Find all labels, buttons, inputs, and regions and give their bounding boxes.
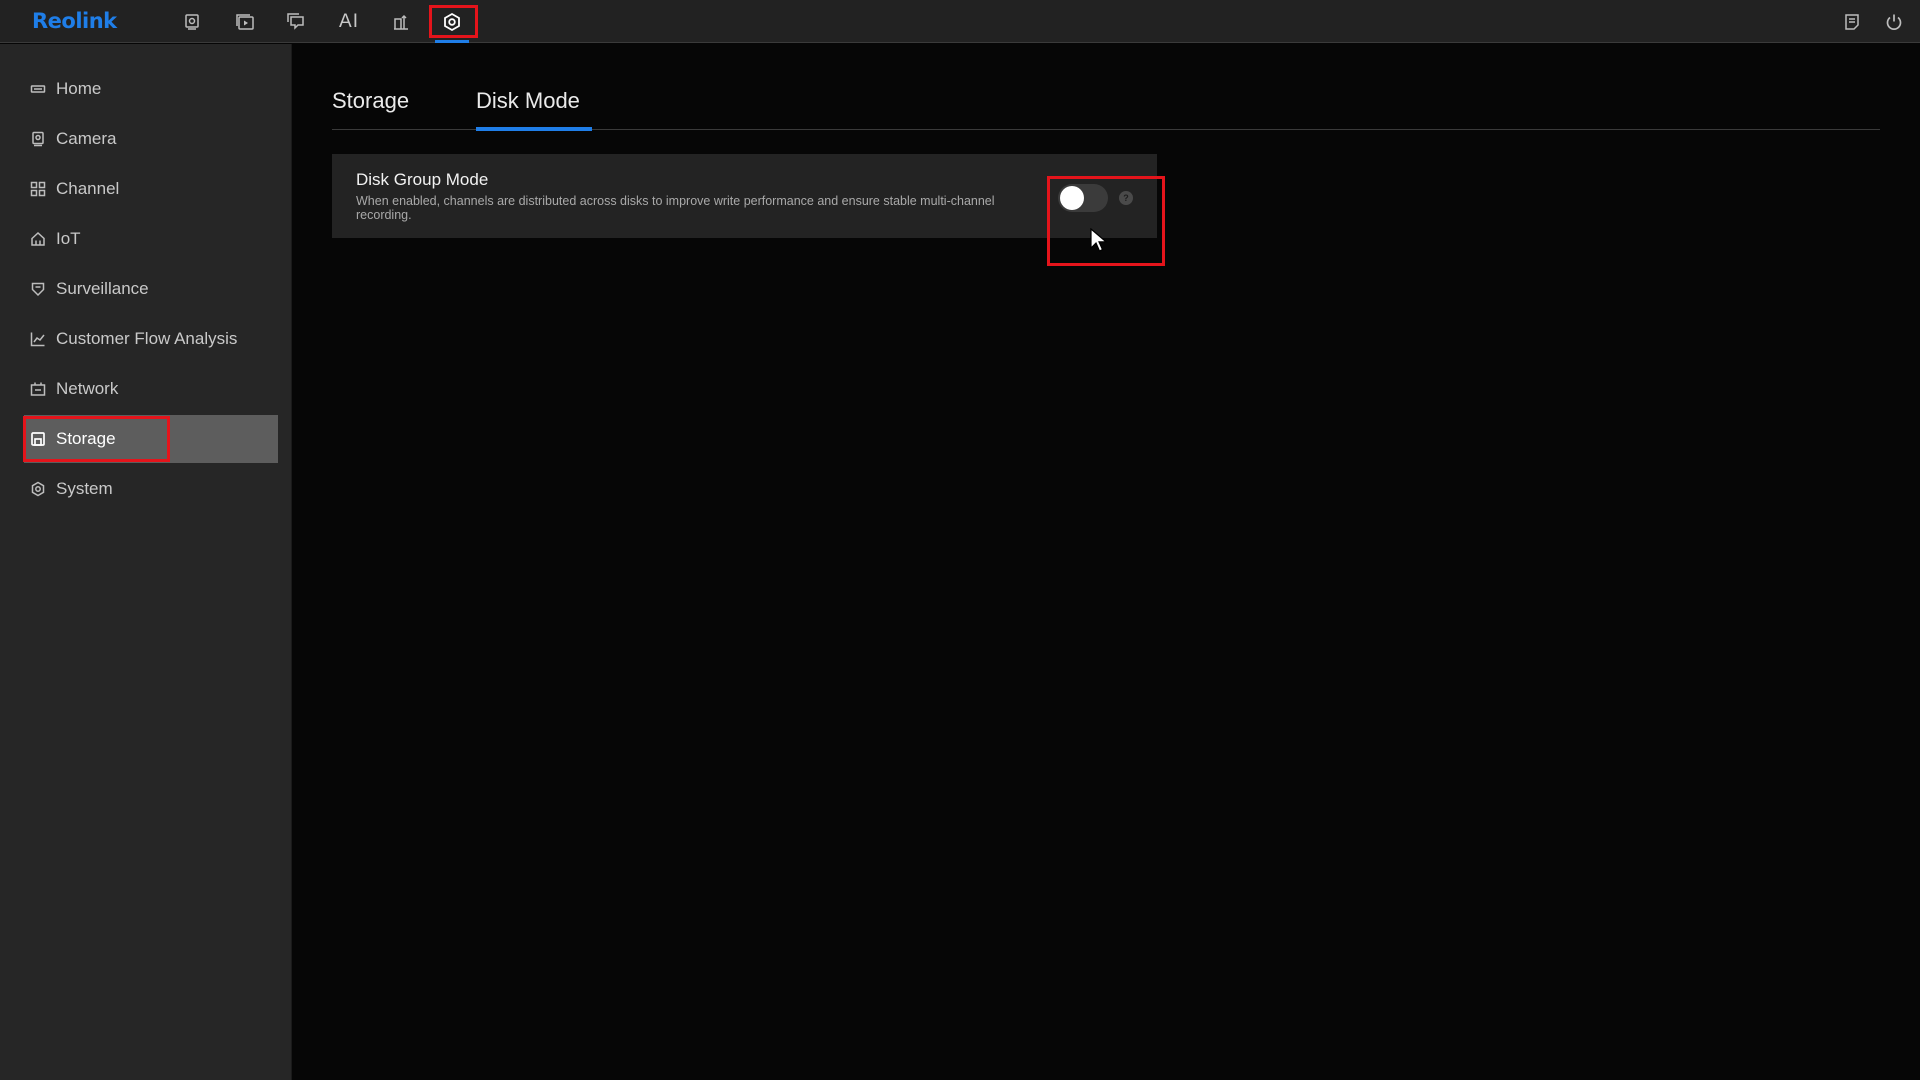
sidebar-item-label: Storage [56, 429, 116, 448]
sidebar-item-customer-flow-analysis[interactable]: Customer Flow Analysis [24, 315, 278, 363]
top-bar: Reolink AI [0, 0, 1920, 43]
sidebar-item-label: Customer Flow Analysis [56, 329, 238, 348]
tab-bar: Storage Disk Mode [332, 84, 1880, 131]
sidebar-item-label: IoT [56, 229, 81, 248]
storage-icon [30, 431, 46, 447]
log-icon[interactable] [1829, 0, 1875, 43]
iot-icon [30, 231, 46, 247]
playback-icon[interactable] [222, 0, 268, 43]
ai-icon[interactable]: AI [326, 0, 372, 43]
sidebar-item-camera[interactable]: Camera [24, 115, 278, 163]
message-icon[interactable] [273, 0, 319, 43]
sidebar: Home Camera Channel IoT Surveillance Cus… [0, 44, 292, 1080]
setting-title: Disk Group Mode [356, 170, 489, 189]
sidebar-item-label: Camera [56, 129, 117, 148]
network-icon [30, 381, 46, 397]
channel-icon [30, 181, 46, 197]
sidebar-item-system[interactable]: System [24, 465, 278, 513]
chart-icon [30, 331, 46, 347]
power-icon[interactable] [1871, 0, 1917, 43]
sidebar-item-label: Surveillance [56, 279, 149, 298]
sidebar-item-label: Home [56, 79, 102, 98]
reolink-logo: Reolink [32, 9, 117, 33]
home-icon [30, 81, 46, 97]
tab-disk-mode[interactable]: Disk Mode [476, 84, 592, 131]
main-content: Storage Disk Mode Disk Group Mode When e… [293, 44, 1920, 1080]
sidebar-item-surveillance[interactable]: Surveillance [24, 265, 278, 313]
sidebar-item-label: Network [56, 379, 119, 398]
sidebar-item-label: System [56, 479, 113, 498]
disk-group-mode-toggle[interactable] [1058, 184, 1108, 212]
toggle-knob [1060, 186, 1084, 210]
setting-description: When enabled, channels are distributed a… [356, 194, 995, 222]
customer-flow-icon[interactable] [378, 0, 424, 43]
sidebar-item-home[interactable]: Home [24, 65, 278, 113]
disk-group-mode-card: Disk Group Mode When enabled, channels a… [332, 154, 1157, 238]
settings-icon[interactable] [429, 0, 475, 43]
sidebar-item-storage[interactable]: Storage [24, 415, 278, 463]
gear-icon [30, 481, 46, 497]
camera-icon [30, 131, 46, 147]
sidebar-item-channel[interactable]: Channel [24, 165, 278, 213]
tab-storage[interactable]: Storage [332, 84, 416, 130]
shield-icon [30, 281, 46, 297]
sidebar-item-iot[interactable]: IoT [24, 215, 278, 263]
sidebar-item-network[interactable]: Network [24, 365, 278, 413]
sidebar-item-label: Channel [56, 179, 120, 198]
help-icon[interactable]: ? [1119, 191, 1133, 205]
live-view-icon[interactable] [169, 0, 215, 43]
